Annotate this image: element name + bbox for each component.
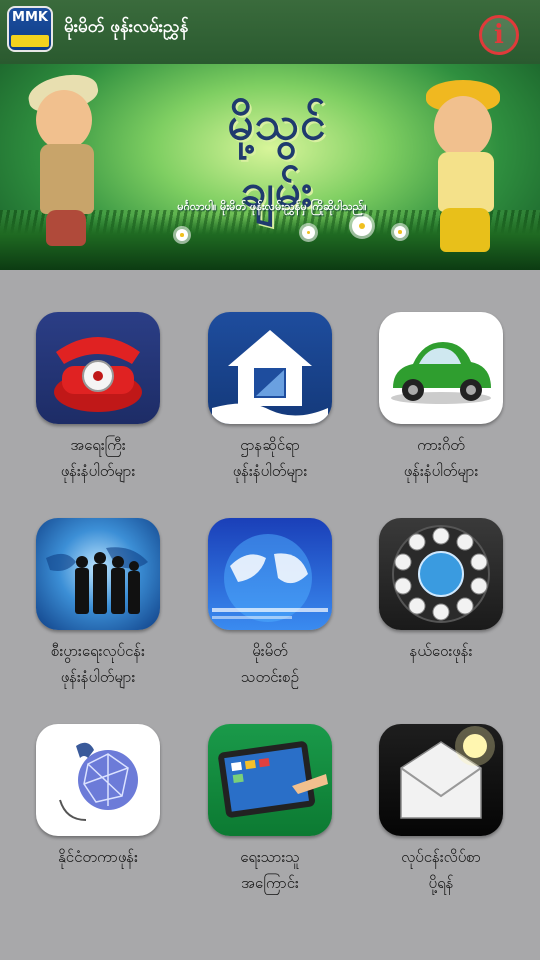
- banner-welcome-text: မင်္ဂလာပါ။ မိုးမိတ် ဖုန်းလမ်းညွှန်မှ ကြိ…: [177, 200, 367, 213]
- tablet-icon: [208, 724, 332, 836]
- info-button[interactable]: i: [479, 15, 519, 55]
- girl-illustration: [418, 74, 518, 254]
- business-people-globe-icon: [36, 518, 160, 630]
- car-icon: [379, 312, 503, 424]
- logo-strip: [11, 35, 49, 47]
- app-logo: MMK: [7, 6, 53, 52]
- menu-grid: အရေးကြီး ဖုန်းနံပါတ်များ ဌာနဆိုင်ရာ ဖုန်းန…: [0, 270, 540, 960]
- tile-label: အရေးကြီး ဖုန်းနံပါတ်များ: [60, 436, 136, 480]
- tile-label: ရေးသားသူ အကြောင်း: [240, 848, 300, 892]
- flower-decoration: [394, 226, 406, 238]
- tile-label: ကားဂိတ် ဖုန်းနံပါတ်များ: [403, 436, 479, 480]
- international-phone-globe-icon: [36, 724, 160, 836]
- house-icon: [208, 312, 332, 424]
- app-title: မိုးမိတ် ဖုန်းလမ်းညွှန်: [64, 17, 189, 37]
- red-telephone-icon: [36, 312, 160, 424]
- app-bar: MMK မိုးမိတ် ဖုန်းလမ်းညွှန် i: [0, 0, 540, 64]
- tile-label: နယ်ဝေးဖုန်း: [409, 642, 473, 660]
- flower-decoration: [176, 229, 188, 241]
- tile-label: စီးပွားရေးလုပ်ငန်း ဖုန်းနံပါတ်များ: [51, 642, 145, 686]
- tile-label: လုပ်ငန်းလိပ်စာ ပို့ရန်: [401, 848, 481, 892]
- envelope-icon: [379, 724, 503, 836]
- info-icon: i: [494, 20, 504, 50]
- rotary-dial-icon: [379, 518, 503, 630]
- logo-text: MMK: [12, 10, 48, 25]
- tile-label: မိုးမိတ် သတင်းစဉ်: [241, 642, 299, 686]
- news-globe-icon: [208, 518, 332, 630]
- tile-label: ဌာနဆိုင်ရာ ဖုန်းနံပါတ်များ: [232, 436, 308, 480]
- boy-illustration: [22, 69, 112, 250]
- tile-label: နိုင်ငံတကာဖုန်း: [58, 848, 138, 866]
